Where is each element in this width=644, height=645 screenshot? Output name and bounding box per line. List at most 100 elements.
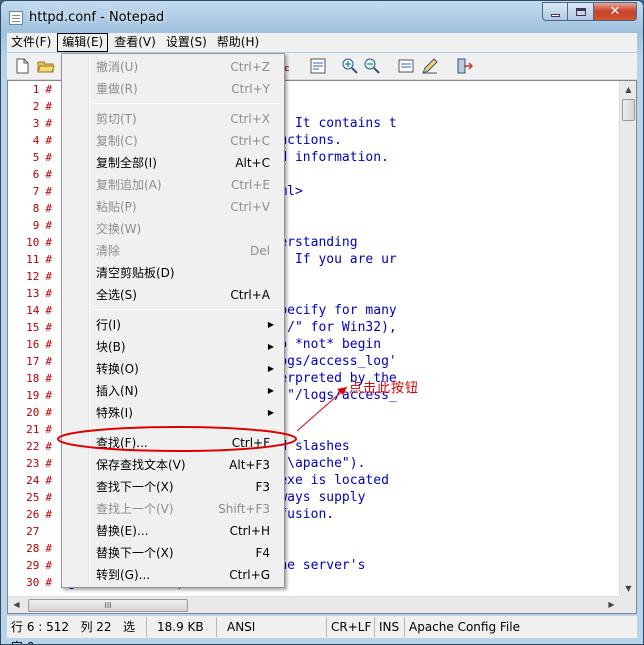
submenu-arrow-icon: ▶ <box>267 386 274 395</box>
menu-item-label: 转换(O) <box>96 362 139 376</box>
line-number-value: 11 <box>26 253 40 266</box>
status-size: 18.9 KB <box>147 617 217 637</box>
menu-view[interactable]: 查看(V) <box>110 33 160 52</box>
zoom-out-icon[interactable] <box>363 57 381 75</box>
comment-mark: # <box>45 168 52 181</box>
close-button[interactable]: ✕ <box>594 2 637 21</box>
menu-item-label: 查找下一个(X) <box>96 480 174 494</box>
menu-item-shortcut: F3 <box>255 480 270 494</box>
menu-item[interactable]: 块(B) ▶ <box>64 336 282 358</box>
line-number-value: 19 <box>26 389 40 402</box>
status-mode: INS <box>375 617 405 637</box>
vertical-scroll-thumb[interactable] <box>622 99 635 121</box>
menu-item[interactable]: 查找(F)... Ctrl+F <box>64 432 282 454</box>
menu-item: 撤消(U) Ctrl+Z <box>64 56 282 78</box>
menu-help[interactable]: 帮助(H) <box>213 33 263 52</box>
line-number: 3 # <box>8 115 60 132</box>
menu-separator <box>92 309 280 310</box>
menu-item-label: 特殊(I) <box>96 406 133 420</box>
open-folder-icon[interactable] <box>37 57 55 75</box>
line-number: 7 # <box>8 183 60 200</box>
scroll-left-icon[interactable]: ◀ <box>10 597 23 613</box>
comment-mark: # <box>45 185 52 198</box>
menu-edit[interactable]: 编辑(E) <box>57 33 109 52</box>
menu-item[interactable]: 全选(S) Ctrl+A <box>64 284 282 306</box>
line-number: 6 # <box>8 166 60 183</box>
scroll-up-icon[interactable]: ▲ <box>622 82 635 98</box>
menu-settings[interactable]: 设置(S) <box>162 33 211 52</box>
line-number-value: 1 <box>32 83 40 96</box>
comment-mark: # <box>45 287 52 300</box>
line-number-value: 18 <box>26 372 40 385</box>
menu-item-shortcut: Ctrl+C <box>230 134 270 148</box>
menu-item-shortcut: Ctrl+Z <box>230 60 270 74</box>
menu-item[interactable]: 复制全部(I) Alt+C <box>64 152 282 174</box>
window-title: httpd.conf - Notepad <box>29 10 165 25</box>
scroll-down-icon[interactable]: ▼ <box>622 581 635 597</box>
menu-item[interactable]: 特殊(I) ▶ <box>64 402 282 424</box>
menu-item[interactable]: 替换下一个(X) F4 <box>64 542 282 564</box>
line-number-value: 16 <box>26 338 40 351</box>
line-number: 9 # <box>8 217 60 234</box>
word-wrap-icon[interactable] <box>309 57 327 75</box>
line-number-value: 20 <box>26 406 40 419</box>
line-number-value: 23 <box>26 457 40 470</box>
comment-mark: # <box>45 100 52 113</box>
menu-item[interactable]: 保存查找文本(V) Alt+F3 <box>64 454 282 476</box>
annotation-text: 点击此按钮 <box>349 381 420 396</box>
comment-mark: # <box>45 151 52 164</box>
new-file-icon[interactable] <box>13 57 31 75</box>
vertical-scrollbar[interactable]: ▲ ▼ <box>619 81 636 598</box>
line-number: 28 # <box>8 540 60 557</box>
line-number-value: 15 <box>26 321 40 334</box>
comment-mark: # <box>45 542 52 555</box>
maximize-icon <box>575 7 586 16</box>
notepad-window: httpd.conf - Notepad ✕ 文件(F) 编辑(E) 查看(V)… <box>0 0 644 645</box>
menu-file[interactable]: 文件(F) <box>7 33 55 52</box>
settings-icon[interactable] <box>397 57 415 75</box>
menu-item-shortcut: Ctrl+H <box>229 524 270 538</box>
horizontal-scrollbar[interactable]: ◀ III ▶ <box>8 596 620 613</box>
zoom-in-icon[interactable] <box>341 57 359 75</box>
line-number: 15 # <box>8 319 60 336</box>
line-number: 14 # <box>8 302 60 319</box>
exit-icon[interactable] <box>455 57 473 75</box>
menu-item-label: 查找(F)... <box>96 436 148 450</box>
line-number: 20 # <box>8 404 60 421</box>
comment-mark: # <box>45 134 52 147</box>
title-bar[interactable]: httpd.conf - Notepad ✕ <box>1 1 643 33</box>
submenu-arrow-icon: ▶ <box>267 342 274 351</box>
menu-item-label: 转到(G)... <box>96 568 151 582</box>
comment-mark: # <box>45 355 52 368</box>
menu-separator <box>92 427 280 428</box>
menu-item-label: 清除 <box>96 244 121 258</box>
menu-item[interactable]: 插入(N) ▶ <box>64 380 282 402</box>
comment-mark: # <box>45 440 52 453</box>
comment-mark: # <box>45 423 52 436</box>
status-line: 行 6 : 512 <box>11 620 70 634</box>
comment-mark: # <box>45 117 52 130</box>
menu-item-label: 查找上一个(V) <box>96 502 174 516</box>
line-number: 5 # <box>8 149 60 166</box>
scroll-right-icon[interactable]: ▶ <box>605 597 618 613</box>
comment-mark: # <box>45 474 52 487</box>
line-number: 22 # <box>8 438 60 455</box>
line-number-value: 30 <box>26 576 40 589</box>
edit-icon[interactable] <box>421 57 439 75</box>
minimize-button[interactable] <box>542 2 568 21</box>
menu-separator <box>92 103 280 104</box>
menu-item[interactable]: 清空剪贴板(D) <box>64 262 282 284</box>
menu-item-shortcut: Alt+C <box>235 156 270 170</box>
menu-item[interactable]: 转换(O) ▶ <box>64 358 282 380</box>
menu-item[interactable]: 查找下一个(X) F3 <box>64 476 282 498</box>
menu-item[interactable]: 替换(E)... Ctrl+H <box>64 520 282 542</box>
comment-mark: # <box>45 372 52 385</box>
line-number-value: 21 <box>26 423 40 436</box>
line-number-value: 12 <box>26 270 40 283</box>
comment-mark <box>45 525 52 538</box>
horizontal-scroll-thumb[interactable]: III <box>28 599 188 612</box>
comment-mark: # <box>45 389 52 402</box>
menu-item[interactable]: 转到(G)... Ctrl+G <box>64 564 282 586</box>
menu-item[interactable]: 行(I) ▶ <box>64 314 282 336</box>
maximize-button[interactable] <box>568 2 594 21</box>
